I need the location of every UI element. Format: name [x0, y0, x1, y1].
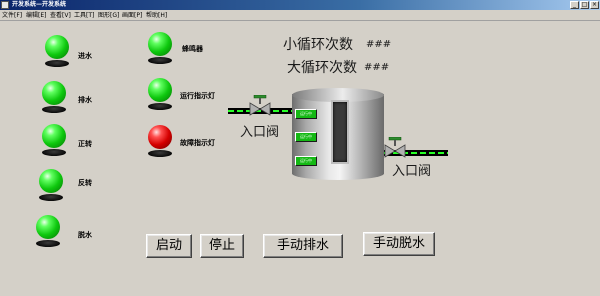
small-cycle-value: ### — [366, 39, 392, 50]
lamp-reverse — [38, 169, 64, 205]
lamp-running-icon — [148, 78, 172, 102]
lamp-inlet-label: 进水 — [78, 52, 92, 60]
title-bar: 开发系统—开发系统 _ □ × — [0, 0, 600, 10]
large-cycle-label: 大循环次数 — [287, 60, 357, 76]
lamp-fault-label: 故障指示灯 — [180, 139, 215, 147]
menu-screen[interactable]: 画面[P] — [122, 11, 142, 20]
lamp-inlet-icon — [45, 35, 69, 59]
tank-indicator-1: 运行中 — [295, 109, 317, 119]
lamp-drain-icon — [42, 81, 66, 105]
lamp-drain — [41, 81, 67, 117]
lamp-running — [147, 78, 173, 114]
menu-tools[interactable]: 工具[T] — [74, 11, 94, 20]
lamp-running-label: 运行指示灯 — [180, 92, 215, 100]
outlet-valve-label: 入口阀 — [392, 164, 432, 179]
app-icon — [1, 1, 9, 9]
tank-level-window — [331, 100, 349, 164]
lamp-inlet — [44, 35, 70, 71]
manual-spin-button[interactable]: 手动脱水 — [363, 232, 435, 256]
menu-bar: 文件[F] 编辑[E] 查看[V] 工具[T] 图形[G] 画面[P] 帮助[H… — [0, 10, 600, 21]
hmi-canvas: 进水 排水 正转 反转 脱水 蜂鸣器 运行指示灯 故障指示灯 小循环次数 ###… — [0, 22, 600, 296]
lamp-spin-label: 脱水 — [78, 231, 92, 239]
lamp-reverse-icon — [39, 169, 63, 193]
lamp-forward — [41, 124, 67, 160]
lamp-spin-icon — [36, 215, 60, 239]
start-button[interactable]: 启动 — [146, 234, 192, 258]
lamp-drain-label: 排水 — [78, 96, 92, 104]
lamp-forward-icon — [42, 124, 66, 148]
lamp-fault — [147, 125, 173, 161]
lamp-buzzer-icon — [148, 32, 172, 56]
large-cycle-value: ### — [364, 62, 390, 73]
window-title: 开发系统—开发系统 — [12, 1, 67, 8]
lamp-fault-icon — [148, 125, 172, 149]
minimize-icon[interactable]: _ — [570, 1, 579, 9]
maximize-icon[interactable]: □ — [580, 1, 589, 9]
menu-edit[interactable]: 编辑[E] — [26, 11, 46, 20]
tank-indicator-3: 运行中 — [295, 156, 317, 166]
menu-file[interactable]: 文件[F] — [2, 11, 22, 20]
small-cycle-label: 小循环次数 — [283, 37, 353, 53]
close-icon[interactable]: × — [590, 1, 599, 9]
menu-graphics[interactable]: 图形[G] — [98, 11, 119, 20]
lamp-forward-label: 正转 — [78, 140, 92, 148]
outlet-valve-icon[interactable] — [384, 136, 406, 161]
menu-help[interactable]: 帮助[H] — [146, 11, 167, 20]
stop-button[interactable]: 停止 — [200, 234, 244, 258]
lamp-buzzer-label: 蜂鸣器 — [182, 45, 203, 53]
lamp-reverse-label: 反转 — [78, 179, 92, 187]
inlet-valve-label: 入口阀 — [240, 125, 280, 140]
lamp-buzzer — [147, 32, 173, 68]
manual-drain-button[interactable]: 手动排水 — [263, 234, 343, 258]
lamp-spin — [35, 215, 61, 251]
tank-indicator-2: 运行中 — [295, 132, 317, 142]
menu-view[interactable]: 查看[V] — [50, 11, 71, 20]
inlet-valve-icon[interactable] — [249, 94, 271, 119]
